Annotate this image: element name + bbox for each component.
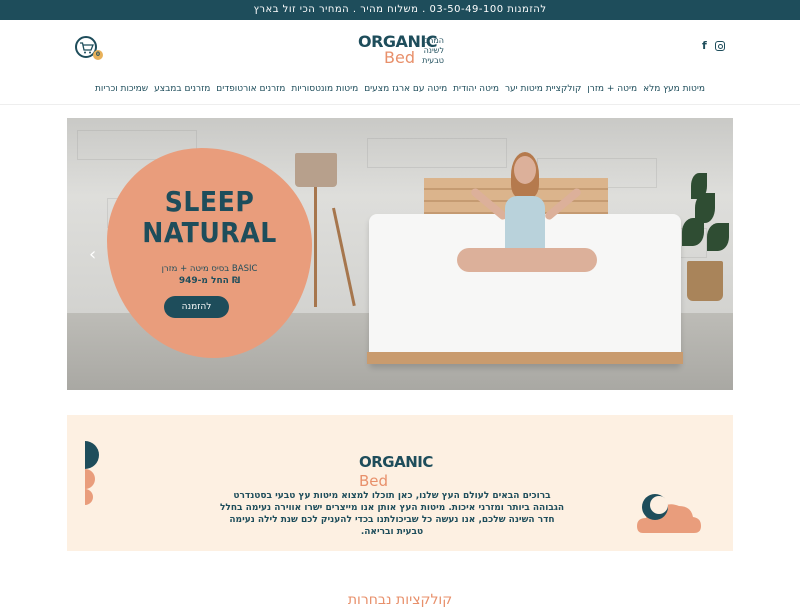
- nav-item-blankets-pillows[interactable]: שמיכות וכריות: [95, 84, 148, 94]
- nav-item-solid-wood-beds[interactable]: מיטות מעץ מלא: [643, 84, 705, 94]
- nav-item-orthopedic-mattresses[interactable]: מזרנים אורטופדים: [216, 84, 285, 94]
- cart-button[interactable]: 0: [75, 36, 103, 60]
- cart-icon: [80, 42, 94, 54]
- nav-item-storage-bed[interactable]: מיטה עם ארגז מצעים: [364, 84, 447, 94]
- site-header: f ORGANIC Bed המרכז לשינה טבעית 0 מיטות …: [0, 20, 800, 105]
- instagram-icon[interactable]: [714, 40, 725, 51]
- person-head: [514, 156, 536, 184]
- person-legs: [457, 248, 597, 272]
- nav-item-jewish-bed[interactable]: מיטה יהודית: [453, 84, 499, 94]
- announcement-text: להזמנות 03-50-49-100 . משלוח מהיר . המחי…: [253, 4, 547, 15]
- hero-slider: SLEEP NATURAL בסיס מיטה + מזרן BASIC החל…: [67, 118, 733, 390]
- welcome-logo-word-bed: Bed: [359, 472, 389, 490]
- plant-leaf: [707, 223, 729, 251]
- announcement-bar: להזמנות 03-50-49-100 . משלוח מהיר . המחי…: [0, 0, 800, 20]
- nav-item-bed-mattress[interactable]: מיטה + מזרן: [587, 84, 637, 94]
- logo-tagline: המרכז לשינה טבעית: [421, 36, 444, 65]
- section-title: קולקציות נבחרות: [347, 592, 453, 608]
- moon-cloud-decoration-icon: [85, 441, 99, 505]
- moon-cloud-icon: [637, 494, 701, 533]
- hero-title: SLEEP NATURAL: [107, 186, 312, 248]
- hero-price: החל מ-949 ₪: [178, 276, 241, 286]
- nav-item-mattresses-sale[interactable]: מזרנים במבצע: [154, 84, 210, 94]
- hero-subtitle: בסיס מיטה + מזרן BASIC: [161, 264, 258, 274]
- welcome-logo: ORGANIC Bed: [359, 452, 449, 490]
- facebook-icon[interactable]: f: [702, 39, 707, 52]
- plant-leaf: [682, 218, 704, 246]
- welcome-paragraph: ברוכים הבאים לעולם העץ שלנו, כאן תוכלו ל…: [219, 491, 565, 537]
- main-nav: מיטות מעץ מלא מיטה + מזרן קולקציית מיטות…: [95, 82, 705, 96]
- nav-item-forest-collection[interactable]: קולקציית מיטות יער: [505, 84, 581, 94]
- welcome-section: ORGANIC Bed ברוכים הבאים לעולם העץ שלנו,…: [67, 415, 733, 551]
- order-button[interactable]: להזמנה: [164, 296, 229, 318]
- bed-frame: [367, 352, 683, 364]
- nav-item-montessori-beds[interactable]: מיטות מונטסוריות: [291, 84, 358, 94]
- cart-count-badge: 0: [93, 50, 103, 60]
- welcome-logo-word-organic: ORGANIC: [359, 453, 433, 471]
- slider-prev-arrow-icon[interactable]: ‹: [89, 246, 99, 264]
- hero-title-line2: NATURAL: [142, 216, 277, 249]
- plant-leaf: [691, 173, 707, 199]
- hero-title-line1: SLEEP: [164, 185, 255, 218]
- site-logo[interactable]: ORGANIC Bed המרכז לשינה טבעית: [358, 30, 448, 70]
- logo-word-bed: Bed: [384, 48, 415, 67]
- floor-lamp-shade: [295, 153, 337, 187]
- social-links: f: [702, 39, 725, 52]
- plant-pot: [687, 261, 723, 301]
- floor-lamp-pole: [314, 187, 317, 307]
